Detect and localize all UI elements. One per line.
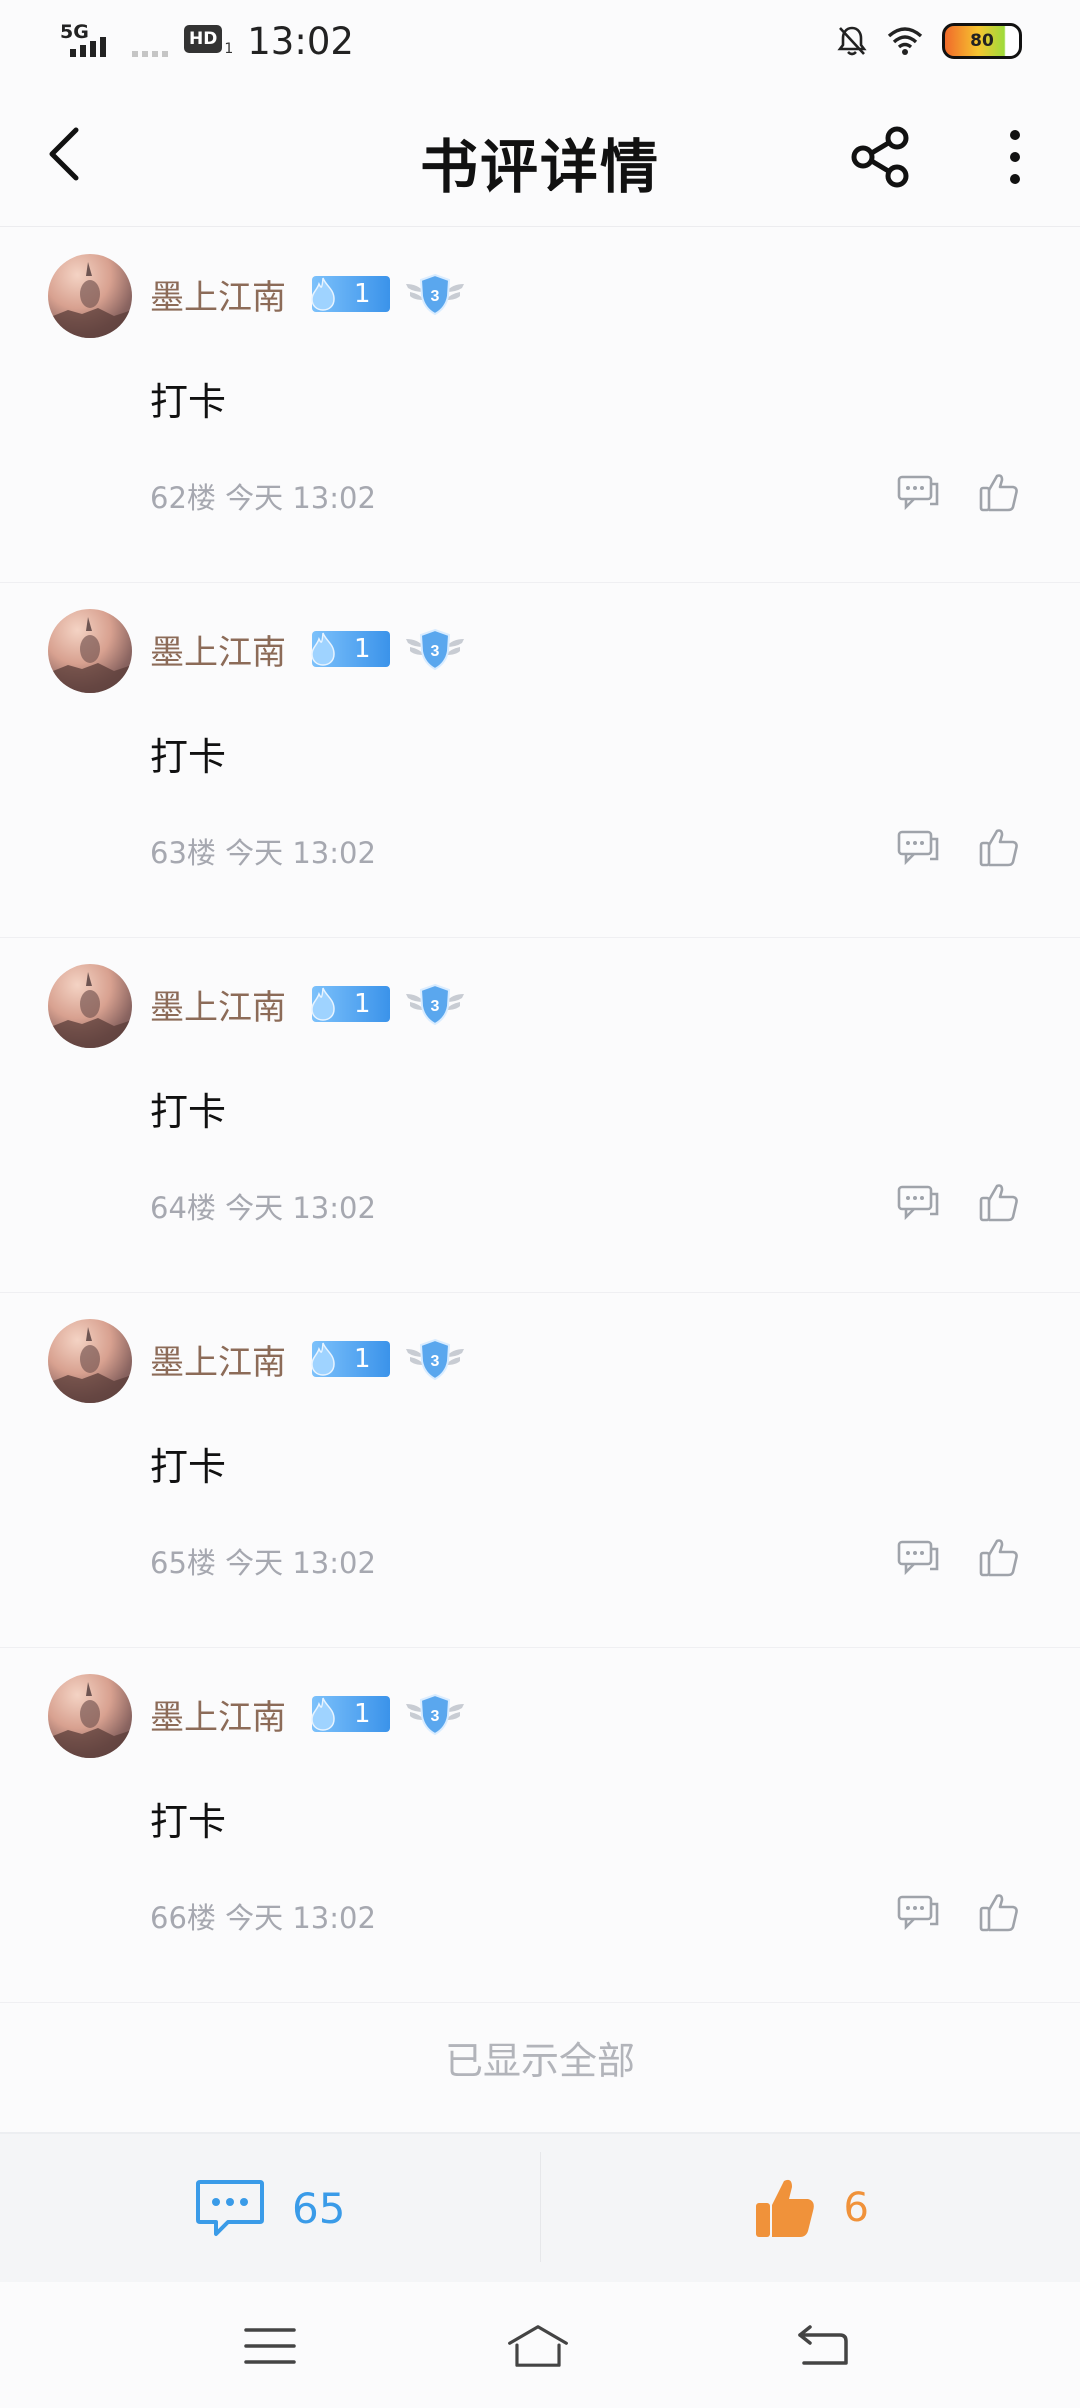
comment-text: 打卡 xyxy=(150,1800,227,1844)
comment-text: 打卡 xyxy=(150,735,227,779)
system-nav-bar xyxy=(0,2282,1080,2408)
fan-level-badge: 1 xyxy=(311,276,390,312)
avatar[interactable] xyxy=(48,609,132,693)
comment-count: 65 xyxy=(292,2183,346,2233)
avatar[interactable] xyxy=(48,254,132,338)
thumbs-up-icon[interactable] xyxy=(978,1535,1020,1579)
menu-icon xyxy=(244,2328,296,2364)
share-icon xyxy=(851,126,909,188)
comment-action-button[interactable]: 65 xyxy=(0,2134,540,2282)
fan-level: 1 xyxy=(354,1344,371,1374)
username[interactable]: 墨上江南 xyxy=(150,980,286,1029)
hd-sub: 1 xyxy=(224,41,234,57)
flame-icon xyxy=(311,1697,335,1731)
thumbs-up-icon[interactable] xyxy=(978,1890,1020,1934)
reply-icon[interactable] xyxy=(896,1537,940,1581)
comment-meta: 66楼 今天 13:02 xyxy=(150,1901,376,1935)
comment-item[interactable]: 墨上江南 1 3 打卡 63楼 今天 13:02 xyxy=(0,583,1080,938)
comment-meta: 62楼 今天 13:02 xyxy=(150,481,376,515)
all-shown-note: 已显示全部 xyxy=(444,2038,635,2083)
reply-icon[interactable] xyxy=(896,1182,940,1226)
comment-item[interactable]: 墨上江南 1 3 打卡 62楼 今天 13:02 xyxy=(0,228,1080,583)
reply-icon[interactable] xyxy=(896,1892,940,1936)
wifi-icon xyxy=(887,27,923,55)
thumbs-up-filled-icon xyxy=(755,2179,814,2237)
comment-bubble-icon xyxy=(196,2180,265,2236)
bottom-action-bar: 65 6 xyxy=(0,2132,1080,2282)
fan-level: 1 xyxy=(354,1699,371,1729)
battery-indicator: 80 xyxy=(942,23,1022,59)
shield-badge-icon: 3 xyxy=(404,625,466,673)
signal-5g-icon: 5G xyxy=(60,21,112,61)
status-left: 5G HD 1 13:02 xyxy=(60,20,354,63)
comment-item[interactable]: 墨上江南 1 3 打卡 65楼 今天 13:02 xyxy=(0,1293,1080,1648)
fan-level-badge: 1 xyxy=(311,1341,390,1377)
avatar[interactable] xyxy=(48,964,132,1048)
comment-text: 打卡 xyxy=(150,380,227,424)
fan-level-badge: 1 xyxy=(311,631,390,667)
flame-icon xyxy=(311,1342,335,1376)
shield-badge-icon: 3 xyxy=(404,1335,466,1383)
username[interactable]: 墨上江南 xyxy=(150,1335,286,1384)
comment-text: 打卡 xyxy=(150,1445,227,1489)
home-icon xyxy=(508,2325,568,2367)
comment-meta: 65楼 今天 13:02 xyxy=(150,1546,376,1580)
status-bar: 5G HD 1 13:02 80 xyxy=(0,0,1080,82)
return-nav-button[interactable] xyxy=(790,2318,854,2374)
shield-level: 3 xyxy=(431,288,440,305)
page-title: 书评详情 xyxy=(419,133,660,201)
shield-level: 3 xyxy=(431,643,440,660)
return-icon xyxy=(798,2325,848,2365)
page: 5G HD 1 13:02 80 书评详情 墨上江南 1 3 打卡 62楼 今天… xyxy=(0,0,1080,2408)
flame-icon xyxy=(311,277,335,311)
thumbs-up-icon[interactable] xyxy=(978,1180,1020,1224)
mute-bell-icon xyxy=(837,26,867,56)
reply-icon[interactable] xyxy=(896,827,940,871)
shield-level: 3 xyxy=(431,1708,440,1725)
shield-level: 3 xyxy=(431,1353,440,1370)
clock: 13:02 xyxy=(247,19,354,63)
home-nav-button[interactable] xyxy=(506,2318,570,2374)
menu-nav-button[interactable] xyxy=(238,2318,302,2374)
flame-icon xyxy=(311,632,335,666)
comment-meta: 63楼 今天 13:02 xyxy=(150,836,376,870)
status-right: 80 xyxy=(836,23,1022,59)
username[interactable]: 墨上江南 xyxy=(150,1690,286,1739)
flame-icon xyxy=(311,987,335,1021)
fan-level: 1 xyxy=(354,279,371,309)
fan-level-badge: 1 xyxy=(311,986,390,1022)
hd-icon: HD 1 xyxy=(184,25,233,57)
share-button[interactable] xyxy=(846,122,916,192)
thumbs-up-icon[interactable] xyxy=(978,470,1020,514)
reply-icon[interactable] xyxy=(896,472,940,516)
app-header: 书评详情 xyxy=(0,82,1080,227)
more-icon xyxy=(1010,130,1020,184)
comment-list: 墨上江南 1 3 打卡 62楼 今天 13:02 墨上江南 1 3 打卡 63楼… xyxy=(0,228,1080,2003)
fan-level: 1 xyxy=(354,989,371,1019)
username[interactable]: 墨上江南 xyxy=(150,625,286,674)
hd-label: HD xyxy=(184,25,223,53)
avatar[interactable] xyxy=(48,1319,132,1403)
shield-level: 3 xyxy=(431,998,440,1015)
comment-text: 打卡 xyxy=(150,1090,227,1134)
shield-badge-icon: 3 xyxy=(404,980,466,1028)
fan-level: 1 xyxy=(354,634,371,664)
signal-secondary-icon xyxy=(122,21,174,61)
shield-badge-icon: 3 xyxy=(404,1690,466,1738)
avatar[interactable] xyxy=(48,1674,132,1758)
like-count: 6 xyxy=(843,2185,869,2231)
shield-badge-icon: 3 xyxy=(404,270,466,318)
fan-level-badge: 1 xyxy=(311,1696,390,1732)
like-action-button[interactable]: 6 xyxy=(541,2134,1080,2282)
comment-meta: 64楼 今天 13:02 xyxy=(150,1191,376,1225)
thumbs-up-icon[interactable] xyxy=(978,825,1020,869)
more-button[interactable] xyxy=(985,122,1045,192)
comment-item[interactable]: 墨上江南 1 3 打卡 64楼 今天 13:02 xyxy=(0,938,1080,1293)
comment-item[interactable]: 墨上江南 1 3 打卡 66楼 今天 13:02 xyxy=(0,1648,1080,2003)
username[interactable]: 墨上江南 xyxy=(150,270,286,319)
